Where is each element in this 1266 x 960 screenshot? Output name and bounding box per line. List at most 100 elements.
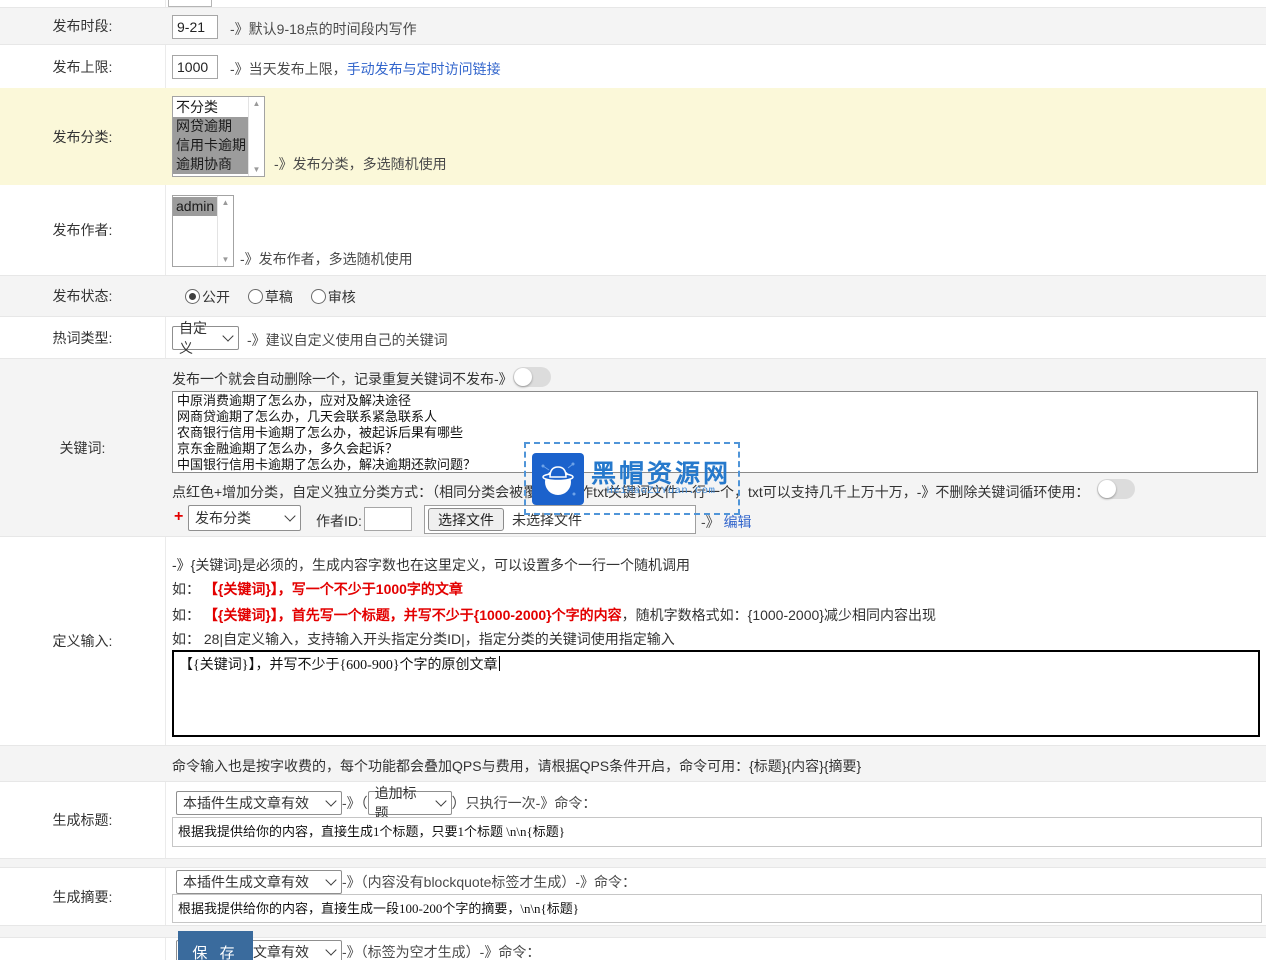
row-publish-limit: 发布上限: -》当天发布上限，手动发布与定时访问链接 (0, 45, 1266, 88)
watermark-title: 黑帽资源网 (591, 461, 731, 487)
scroll-down-icon[interactable]: ▼ (222, 255, 230, 264)
author-scrollbar[interactable]: ▲ ▼ (217, 196, 233, 266)
define-input-label: 定义输入: (0, 537, 165, 745)
keyword-loop-toggle[interactable] (1097, 479, 1135, 499)
gen-abstract-effect-value: 本插件生成文章有效 (183, 872, 309, 892)
hotword-type-value: 自定义 (179, 318, 216, 358)
example-2-red: 【{关键词}】，首先写一个标题，并写不少于{1000-2000}个字的内容 (204, 605, 622, 625)
command-note: 命令输入也是按字收费的，每个功能都会叠加QPS与费用，请根据QPS条件开启，命令… (172, 756, 861, 776)
example-1-red: 【{关键词}】，写一个不少于1000字的文章 (204, 579, 463, 599)
row-publish-author: 发布作者: admin ▲ ▼ -》发布作者，多选随机使用 (0, 185, 1266, 275)
radio-review-label: 审核 (328, 289, 356, 305)
add-category-button[interactable]: + (174, 508, 183, 526)
publish-status-radios: 公开 草稿 审核 (185, 287, 370, 307)
category-multiselect[interactable]: 不分类 网贷逾期 信用卡逾期 逾期协商 ▲ ▼ (172, 96, 265, 177)
gen-title-label: 生成标题: (0, 782, 165, 858)
category-option[interactable]: 信用卡逾期 (173, 136, 248, 155)
gen-title-controls: 本插件生成文章有效 -》（ 追加标题 ）只执行一次-》命令： (176, 791, 596, 815)
category-options: 不分类 网贷逾期 信用卡逾期 逾期协商 (173, 97, 248, 176)
gen-title-tail: ）只执行一次-》命令： (452, 793, 597, 813)
hotword-type-hint: -》建议自定义使用自己的关键词 (247, 330, 448, 350)
publish-limit-hint-text: -》当天发布上限， (230, 61, 347, 77)
keyword-category-value: 发布分类 (195, 508, 251, 528)
define-input-textarea[interactable]: 【{关键词}】，并写不少于{600-900}个字的原创文章 (172, 650, 1260, 737)
gen-title-command-textarea[interactable]: 根据我提供给你的内容，直接生成1个标题，只要1个标题 \n\n{标题} (172, 817, 1262, 847)
row-gen-abstract: 生成摘要: 本插件生成文章有效 -》（内容没有blockquote标签才生成）-… (0, 868, 1266, 925)
example-3-text: 28|自定义输入，支持输入开头指定分类ID|，指定分类的关键词使用指定输入 (204, 629, 675, 649)
watermark-logo-icon (532, 453, 584, 505)
author-options: admin (173, 196, 217, 266)
scroll-up-icon[interactable]: ▲ (222, 198, 230, 207)
gen-abstract-command-textarea[interactable]: 根据我提供给你的内容，直接生成一段100-200个字的摘要，\n\n{标题} (172, 894, 1262, 923)
hotword-type-label: 热词类型: (0, 317, 165, 358)
chevron-down-icon (435, 795, 446, 806)
gen-abstract-label: 生成摘要: (0, 868, 165, 925)
edit-arrow: -》 (701, 514, 720, 530)
publish-time-hint: -》默认9-18点的时间段内写作 (230, 19, 417, 39)
author-id-label: 作者ID: (316, 511, 362, 531)
watermark-subtitle: HeiMaoZiYuan.Com (607, 485, 716, 497)
define-line1: -》{关键词}是必须的，生成内容字数也在这里定义，可以设置多个一行一个随机调用 (172, 555, 690, 575)
chevron-down-icon (222, 330, 233, 341)
example-2-normal: ，随机字数格式如：{1000-2000}减少相同内容出现 (622, 605, 936, 625)
radio-draft-label: 草稿 (265, 289, 293, 305)
row-publish-category: 发布分类: 不分类 网贷逾期 信用卡逾期 逾期协商 ▲ ▼ -》发布分类，多选随… (0, 88, 1266, 185)
chevron-down-icon (325, 795, 336, 806)
gen-title-effect-select[interactable]: 本插件生成文章有效 (176, 791, 342, 815)
category-option[interactable]: 网贷逾期 (173, 117, 248, 136)
row-publish-time: 发布时段: -》默认9-18点的时间段内写作 (0, 7, 1266, 45)
row-divider (0, 858, 1266, 868)
example-prefix: 如： (172, 579, 200, 599)
watermark: 黑帽资源网 HeiMaoZiYuan.Com (524, 442, 740, 515)
radio-public[interactable] (185, 289, 200, 304)
example-prefix: 如： (172, 605, 200, 625)
row-gen-title: 生成标题: 本插件生成文章有效 -》（ 追加标题 ）只执行一次-》命令： 根据我… (0, 782, 1266, 858)
gen-abstract-effect-select[interactable]: 本插件生成文章有效 (176, 870, 342, 894)
gen-tags-tail: -》（标签为空才生成）-》命令： (342, 942, 540, 960)
plugin-settings-page: 发布时段: -》默认9-18点的时间段内写作 发布上限: -》当天发布上限，手动… (0, 0, 1266, 960)
save-button[interactable]: 保 存 (178, 931, 253, 960)
publish-author-label: 发布作者: (0, 185, 165, 275)
keyword-category-select[interactable]: 发布分类 (188, 505, 301, 531)
row-publish-status: 发布状态: 公开 草稿 审核 (0, 275, 1266, 317)
author-option[interactable]: admin (173, 197, 217, 216)
edit-link[interactable]: 编辑 (724, 514, 752, 530)
manual-publish-link[interactable]: 手动发布与定时访问链接 (347, 61, 501, 77)
publish-author-hint: -》发布作者，多选随机使用 (240, 249, 413, 269)
row-hotword-type: 热词类型: 自定义 -》建议自定义使用自己的关键词 (0, 317, 1266, 358)
scroll-up-icon[interactable]: ▲ (253, 99, 261, 108)
scroll-down-icon[interactable]: ▼ (253, 165, 261, 174)
gen-title-mid: -》（ (342, 793, 368, 813)
radio-review[interactable] (311, 289, 326, 304)
publish-time-label: 发布时段: (0, 8, 165, 44)
publish-status-label: 发布状态: (0, 276, 165, 316)
chevron-down-icon (325, 944, 336, 955)
radio-draft[interactable] (248, 289, 263, 304)
gen-title-effect-value: 本插件生成文章有效 (183, 793, 309, 813)
define-input-text: 【{关键词}】，并写不少于{600-900}个字的原创文章 (179, 658, 498, 673)
publish-category-label: 发布分类: (0, 88, 165, 185)
edit-link-line: -》 编辑 (701, 512, 752, 532)
category-option[interactable]: 逾期协商 (173, 155, 248, 174)
define-example-3: 如： 28|自定义输入，支持输入开头指定分类ID|，指定分类的关键词使用指定输入 (172, 629, 675, 649)
cut-off-input (168, 0, 212, 7)
publish-time-input[interactable] (172, 15, 218, 39)
gen-title-mode-select[interactable]: 追加标题 (368, 791, 452, 815)
category-option[interactable]: 不分类 (173, 98, 248, 117)
author-multiselect[interactable]: admin ▲ ▼ (172, 195, 234, 267)
duplicate-delete-toggle[interactable] (513, 367, 551, 387)
publish-limit-hint: -》当天发布上限，手动发布与定时访问链接 (230, 59, 501, 79)
define-example-1: 如： 【{关键词}】，写一个不少于1000字的文章 (172, 579, 463, 599)
radio-public-label: 公开 (202, 289, 230, 305)
category-scrollbar[interactable]: ▲ ▼ (248, 97, 264, 176)
row-define-input: 定义输入: -》{关键词}是必须的，生成内容字数也在这里定义，可以设置多个一行一… (0, 537, 1266, 745)
publish-limit-input[interactable] (172, 55, 218, 79)
author-id-input[interactable] (364, 507, 412, 531)
hotword-type-select[interactable]: 自定义 (172, 326, 239, 350)
gen-abstract-controls: 本插件生成文章有效 -》（内容没有blockquote标签才生成）-》命令： (176, 870, 636, 894)
chevron-down-icon (325, 874, 336, 885)
row-command-note: 命令输入也是按字收费的，每个功能都会叠加QPS与费用，请根据QPS条件开启，命令… (0, 745, 1266, 782)
choose-file-button[interactable]: 选择文件 (428, 508, 504, 531)
text-caret (499, 656, 500, 671)
gen-abstract-tail: -》（内容没有blockquote标签才生成）-》命令： (342, 872, 636, 892)
